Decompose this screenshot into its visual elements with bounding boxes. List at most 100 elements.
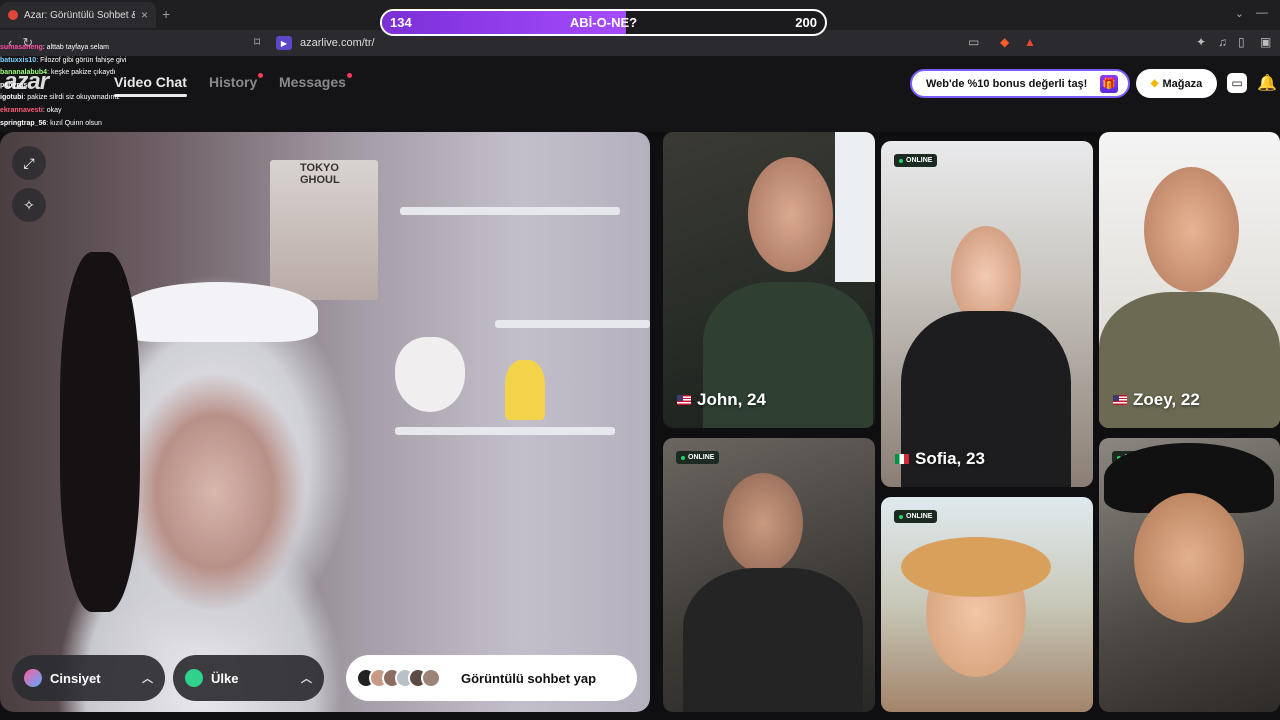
gender-icon [24,669,42,687]
media-icon[interactable]: ♫ [1218,35,1227,49]
italy-flag-icon [895,454,909,464]
bonus-promo-button[interactable]: Web'de %10 bonus değerli taş! 🎁 [910,69,1130,98]
chat-message: : alttab tayfaya selam [42,44,109,51]
chat-username: batuxxis10 [0,56,37,64]
site-camera-icon: ▶ [276,36,292,50]
shelf [395,427,615,435]
us-flag-icon [1113,395,1127,405]
chat-username: ekrannavesti [0,106,43,114]
chat-line: papyrus [0,80,260,93]
gender-filter-button[interactable]: Cinsiyet ︿ [12,655,165,701]
hair [901,537,1051,597]
browser-tab[interactable]: Azar: Görüntülü Sohbet & Yen × [0,2,156,28]
profile-card[interactable]: ONLINE [881,497,1093,712]
brave-rewards-icon[interactable]: ▲ [1024,35,1036,49]
avatar [421,668,441,688]
chat-line: igotubi: pakize silrdi siz okuyamadınız [0,92,260,105]
start-label: Görüntülü sohbet yap [461,670,597,686]
shop-label: Mağaza [1162,77,1203,90]
minimize-icon[interactable]: — [1256,5,1268,19]
profile-card[interactable]: ONLINE [663,438,875,712]
nav-messages[interactable]: Messages [279,73,352,90]
country-filter-button[interactable]: Ülke ︿ [173,655,324,701]
pikachu-figure [505,360,545,420]
poster-text: TOKYO GHOUL [300,162,340,186]
inbox-icon[interactable]: ▭ [1227,73,1247,93]
gem-icon: ◆ [1150,78,1159,89]
url-text[interactable]: azarlive.com/tr/ [300,37,375,49]
tab-close-button[interactable]: × [141,8,148,22]
chat-message: : pakize silrdi siz okuyamadınız [23,94,120,102]
profile-card-john[interactable]: John, 24 [663,132,875,428]
online-dot [899,514,903,519]
shop-button[interactable]: ◆ Mağaza [1136,69,1217,98]
profile-card[interactable]: ONLINE [1099,438,1280,712]
country-label: Ülke [211,670,239,686]
wallet-icon[interactable]: ▣ [1260,35,1271,49]
chevron-up-icon: ︿ [142,673,153,685]
profile-name: John, 24 [677,390,766,410]
chat-username: springtrap_56 [0,119,47,127]
chat-username: papyrus [0,81,28,89]
profile-card-zoey[interactable]: Zoey, 22 [1099,132,1280,428]
online-dot [681,455,685,460]
dark-hair [60,252,140,612]
profile-name-text: John, 24 [697,390,766,409]
profile-card-sofia[interactable]: ONLINE Sofia, 23 [881,141,1093,487]
online-label: ONLINE [906,157,933,164]
us-flag-icon [677,395,691,405]
notifications-bell-icon[interactable]: 🔔 [1257,73,1277,93]
chat-line: bananalabub4: keşke pakize çıkaydı [0,67,260,80]
cast-icon[interactable]: ▭ [968,35,979,49]
shelf [400,207,620,215]
self-video-preview: TOKYO GHOUL ⤢ ✧ Cinsiyet ︿ Ülke ︿ [0,132,650,712]
brave-shield-icon[interactable]: ◆ [1000,35,1009,49]
online-badge: ONLINE [894,510,938,523]
stream-chat-overlay: sumasaheng: alttab tayfaya selam batuxxis… [0,42,260,130]
online-dot [899,158,903,163]
chat-line: springtrap_56: kızıl Quinn olsun [0,118,260,131]
goal-end: 200 [795,15,817,30]
person-head [1144,167,1239,292]
person-head [723,473,803,573]
online-badge: ONLINE [676,451,720,464]
extensions-icon[interactable]: ✦ [1196,35,1206,49]
profile-name-text: Zoey, 22 [1133,390,1200,409]
hair-bangs [118,282,318,342]
chevron-up-icon: ︿ [301,673,312,685]
shirt [683,568,863,712]
kitsune-mask [395,337,465,412]
start-video-chat-button[interactable]: Görüntülü sohbet yap [346,655,637,701]
chat-line: sumasaheng: alttab tayfaya selam [0,42,260,55]
online-label: ONLINE [688,454,715,461]
effects-wand-button[interactable]: ✧ [12,188,46,222]
sidebar-icon[interactable]: ▯ [1238,35,1245,49]
chat-username: igotubi [0,94,24,102]
chat-message: : kızıl Quinn olsun [46,119,102,127]
gender-label: Cinsiyet [50,670,101,686]
fullscreen-button[interactable]: ⤢ [12,146,46,180]
shelf [495,320,650,328]
url-field[interactable]: ▶ azarlive.com/tr/ [276,34,375,52]
profile-name: Sofia, 23 [895,449,985,469]
notification-dot [346,73,352,78]
chat-username: bananalabub4 [0,69,48,77]
chat-username: sumasaheng [0,44,43,51]
promo-text: Web'de %10 bonus değerli taş! [926,77,1088,90]
nav-messages-label: Messages [279,74,346,90]
online-badge: ONLINE [894,154,938,167]
background-sky [835,132,875,282]
stream-goal-bar: 134 ABİ-O-NE? 200 [380,9,827,36]
person-head [1134,493,1244,623]
chat-line: batuxxis10: Filozof gibi görün fahişe gi… [0,55,260,68]
chat-line: ekrannavesti: okay [0,105,260,118]
new-tab-button[interactable]: + [162,6,170,22]
tab-list-chevron-icon[interactable]: ⌄ [1235,7,1244,20]
profile-name: Zoey, 22 [1113,390,1200,410]
online-label: ONLINE [906,513,933,520]
globe-icon [185,669,203,687]
chat-message: : keşke pakize çıkaydı [47,69,116,77]
goal-label: ABİ-O-NE? [569,15,638,30]
gift-icon: 🎁 [1100,74,1118,93]
tab-title: Azar: Görüntülü Sohbet & Yen [24,9,135,21]
